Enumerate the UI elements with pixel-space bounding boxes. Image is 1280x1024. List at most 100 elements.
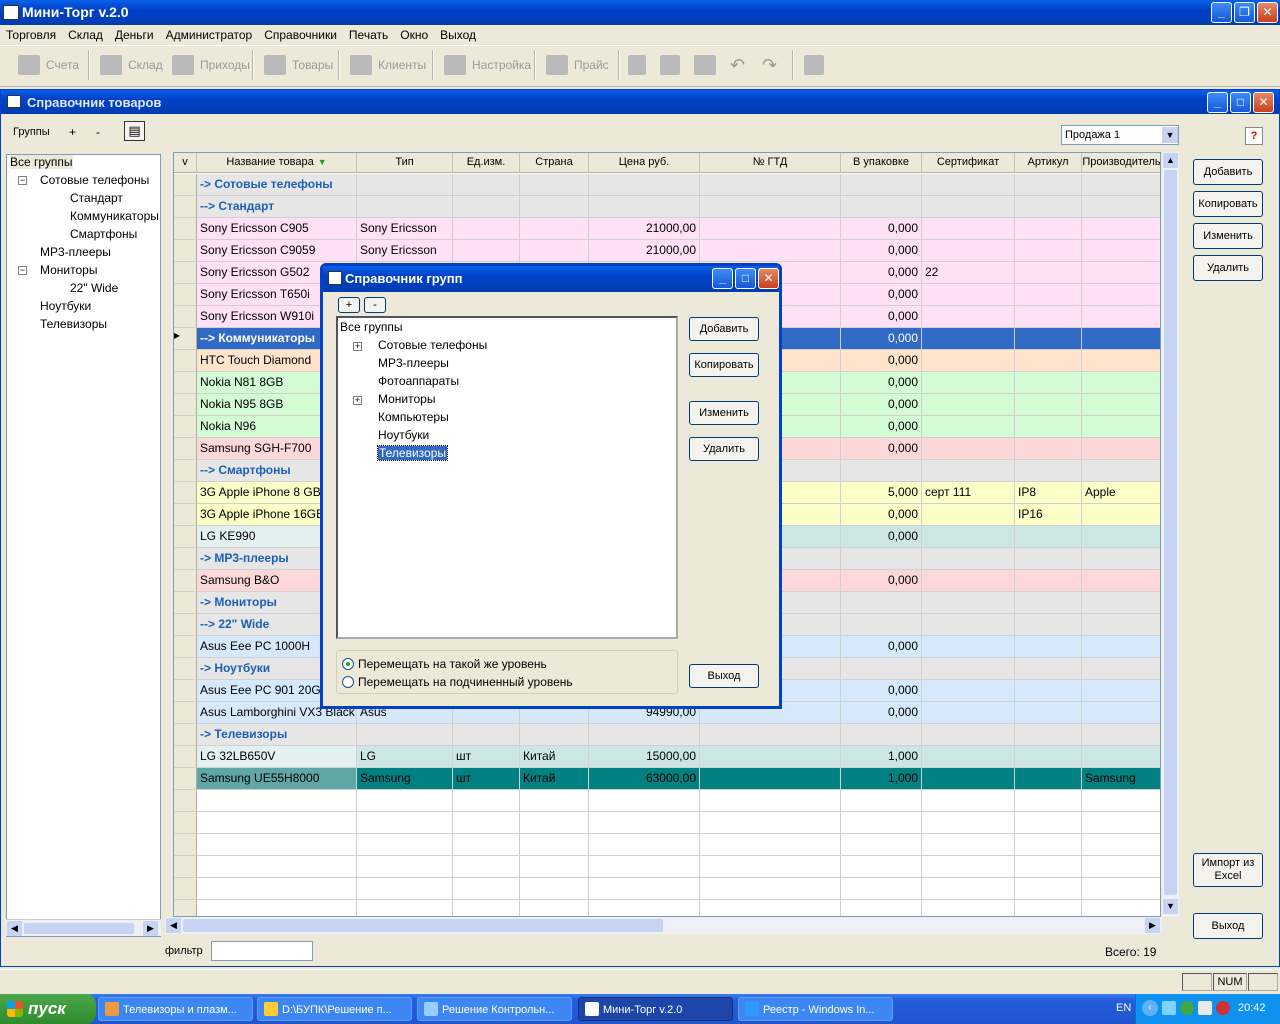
table-cell[interactable] — [922, 416, 1015, 438]
table-cell[interactable] — [1082, 284, 1160, 306]
toolbar-invoices[interactable]: Счета — [18, 50, 79, 80]
redo-button[interactable]: ↷ — [762, 50, 777, 80]
table-cell[interactable] — [1082, 570, 1160, 592]
radio-same-level[interactable] — [342, 658, 354, 670]
cut-button[interactable] — [628, 50, 646, 80]
column-header-maker[interactable]: Производитель — [1082, 153, 1160, 173]
table-cell[interactable]: шт — [453, 746, 520, 768]
column-header-article[interactable]: Артикул — [1015, 153, 1082, 173]
table-cell[interactable] — [922, 702, 1015, 724]
exit-toolbar-button[interactable] — [804, 50, 824, 80]
table-cell[interactable] — [1015, 262, 1082, 284]
table-cell[interactable]: Sony Ericsson — [357, 240, 453, 262]
table-cell[interactable] — [589, 174, 700, 196]
toolbar-warehouse[interactable]: Склад — [100, 50, 163, 80]
table-cell[interactable]: 0,000 — [841, 416, 922, 438]
table-cell[interactable]: Samsung — [357, 768, 453, 790]
scroll-down-icon[interactable]: ▼ — [1163, 899, 1178, 914]
tray-expand-icon[interactable]: ‹ — [1142, 1000, 1158, 1016]
table-cell[interactable] — [1015, 636, 1082, 658]
table-cell[interactable] — [453, 240, 520, 262]
table-cell[interactable] — [1015, 306, 1082, 328]
table-cell[interactable]: 0,000 — [841, 350, 922, 372]
table-cell[interactable] — [1015, 394, 1082, 416]
table-cell[interactable] — [1082, 218, 1160, 240]
table-cell[interactable] — [520, 218, 589, 240]
table-cell[interactable]: Samsung — [1082, 768, 1160, 790]
dialog-copy-button[interactable]: Копировать — [689, 353, 759, 377]
language-indicator[interactable]: EN — [1116, 1002, 1131, 1014]
table-cell[interactable] — [1082, 548, 1160, 570]
table-cell[interactable] — [1015, 460, 1082, 482]
table-cell[interactable] — [1082, 372, 1160, 394]
table-row[interactable] — [174, 878, 1160, 900]
menu-item[interactable]: Администратор — [160, 25, 259, 45]
table-cell[interactable] — [1015, 548, 1082, 570]
table-cell[interactable] — [1015, 526, 1082, 548]
tree-item[interactable]: MP3-плееры — [40, 245, 111, 259]
taskbar-button[interactable]: Решение Контрольн... — [417, 997, 572, 1021]
table-cell[interactable] — [453, 196, 520, 218]
column-header-v[interactable]: v — [174, 153, 197, 173]
goods-close-button[interactable]: ✕ — [1253, 92, 1274, 113]
table-cell[interactable] — [1015, 174, 1082, 196]
table-cell[interactable] — [1015, 328, 1082, 350]
table-cell[interactable]: 1,000 — [841, 768, 922, 790]
table-cell[interactable] — [520, 724, 589, 746]
taskbar-button[interactable]: Телевизоры и плазм... — [98, 997, 253, 1021]
table-cell[interactable]: 0,000 — [841, 680, 922, 702]
table-cell[interactable] — [1082, 658, 1160, 680]
paste-button[interactable] — [694, 50, 716, 80]
sale-select[interactable]: Продажа 1 ▼ — [1061, 125, 1179, 145]
table-cell[interactable]: 0,000 — [841, 284, 922, 306]
taskbar-button[interactable]: D:\БУПК\Решение п... — [257, 997, 412, 1021]
table-cell[interactable] — [700, 746, 841, 768]
scroll-thumb[interactable] — [183, 919, 663, 932]
scroll-thumb[interactable] — [24, 923, 134, 934]
menu-item[interactable]: Справочники — [258, 25, 343, 45]
table-cell[interactable]: Apple — [1082, 482, 1160, 504]
tree-item[interactable]: Сотовые телефоны — [40, 173, 149, 187]
scroll-right-icon[interactable]: ▶ — [143, 921, 158, 936]
dialog-edit-button[interactable]: Изменить — [689, 401, 759, 425]
copy-button[interactable] — [660, 50, 680, 80]
table-cell[interactable] — [453, 724, 520, 746]
table-cell[interactable]: 0,000 — [841, 372, 922, 394]
table-row[interactable] — [174, 790, 1160, 812]
delete-button[interactable]: Удалить — [1193, 255, 1263, 281]
table-cell[interactable]: 5,000 — [841, 482, 922, 504]
help-icon[interactable]: ? — [1245, 127, 1263, 145]
dialog-tree-item[interactable]: Телевизоры — [376, 445, 449, 461]
table-row[interactable]: Sony Ericsson C9059 Sony Ericsson 21000,00… — [174, 240, 1160, 262]
table-cell[interactable] — [1082, 592, 1160, 614]
column-header-type[interactable]: Тип — [357, 153, 453, 173]
table-cell[interactable] — [922, 680, 1015, 702]
table-cell[interactable] — [922, 570, 1015, 592]
dialog-tree-item[interactable]: Фотоаппараты — [378, 374, 459, 388]
network-icon[interactable] — [1162, 1001, 1176, 1015]
table-cell[interactable] — [357, 174, 453, 196]
table-cell[interactable]: 0,000 — [841, 306, 922, 328]
groups-minus-button[interactable]: - — [96, 125, 100, 139]
table-cell[interactable]: 21000,00 — [589, 240, 700, 262]
table-row[interactable]: -> Телевизоры — [174, 724, 1160, 746]
table-cell[interactable] — [922, 438, 1015, 460]
dialog-minimize-button[interactable]: _ — [712, 268, 733, 289]
tree-hscrollbar[interactable]: ◀ ▶ — [6, 919, 161, 936]
tree-item[interactable]: Смартфоны — [70, 227, 137, 241]
table-cell[interactable]: 0,000 — [841, 262, 922, 284]
table-cell[interactable]: 0,000 — [841, 702, 922, 724]
radio-sub-level[interactable] — [342, 676, 354, 688]
table-cell[interactable] — [1015, 702, 1082, 724]
goods-maximize-button[interactable]: □ — [1230, 92, 1251, 113]
table-cell[interactable] — [922, 746, 1015, 768]
goods-minimize-button[interactable]: _ — [1207, 92, 1228, 113]
dialog-tree-item[interactable]: Ноутбуки — [378, 428, 429, 442]
scroll-thumb[interactable] — [1164, 170, 1177, 895]
table-cell[interactable]: IP8 — [1015, 482, 1082, 504]
table-cell[interactable] — [1015, 438, 1082, 460]
table-cell[interactable]: 0,000 — [841, 504, 922, 526]
table-cell[interactable]: 0,000 — [841, 328, 922, 350]
dialog-tree-item[interactable]: Мониторы — [378, 392, 435, 406]
dialog-tree-root[interactable]: Все группы — [340, 320, 403, 334]
